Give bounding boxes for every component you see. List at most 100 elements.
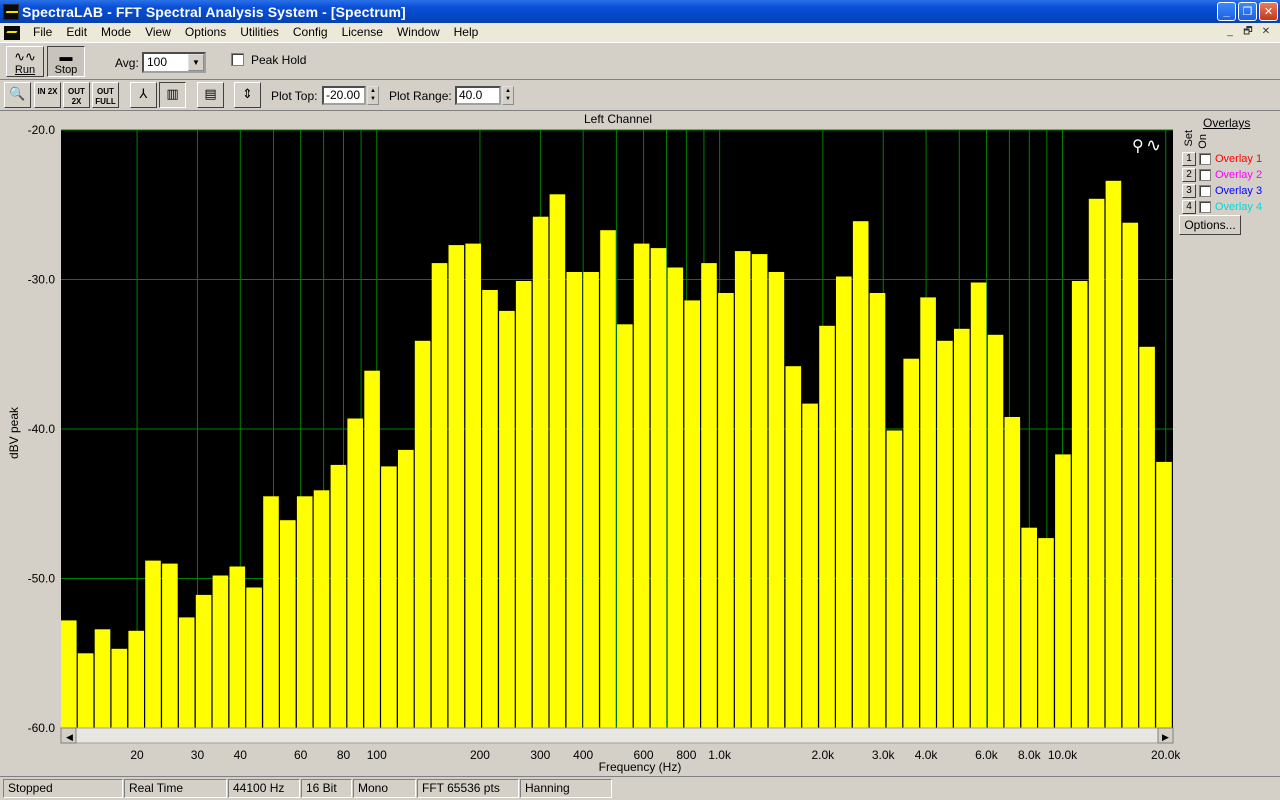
chevron-down-icon[interactable]: ▼	[188, 54, 204, 71]
overlay-checkbox-1[interactable]	[1199, 153, 1211, 165]
mdi-restore-button[interactable]: 🗗	[1240, 25, 1256, 39]
cursor-icon[interactable]: ⚲	[1132, 138, 1144, 155]
overlay-label-1: Overlay 1	[1215, 153, 1263, 165]
magnifier-icon: 🔍	[9, 86, 26, 101]
zoom-out-2x-button[interactable]: OUT 2X	[63, 82, 90, 108]
bar	[836, 276, 852, 728]
peak-hold-label: Peak Hold	[251, 53, 307, 67]
overlay-checkbox-3[interactable]	[1199, 185, 1211, 197]
bar	[465, 243, 481, 728]
zoom-out-full-button[interactable]: OUT FULL	[92, 82, 119, 108]
menu-mode[interactable]: Mode	[94, 23, 138, 42]
menu-window[interactable]: Window	[390, 23, 447, 42]
overlay-set-button-1[interactable]: 1	[1182, 152, 1196, 166]
overlay-set-button-4[interactable]: 4	[1182, 200, 1196, 214]
horizontal-scrollbar[interactable]	[60, 727, 1174, 744]
bar	[852, 221, 869, 728]
close-button[interactable]: ✕	[1259, 2, 1278, 21]
document-icon[interactable]	[4, 25, 20, 40]
bar	[145, 560, 161, 728]
bar	[819, 325, 835, 728]
bar	[751, 254, 768, 728]
bar	[330, 464, 347, 728]
overlay-label-2: Overlay 2	[1215, 169, 1263, 181]
scroll-left-icon: ◀	[66, 732, 73, 742]
avg-select[interactable]: 100 ▼	[142, 52, 206, 73]
mdi-close-button[interactable]: ✕	[1258, 25, 1274, 39]
y-tick-label: -30.0	[28, 273, 56, 287]
plot-range-spinner[interactable]: ▲ ▼	[502, 86, 514, 105]
plot-top-spinner[interactable]: ▲ ▼	[367, 86, 379, 105]
overlay-checkbox-2[interactable]	[1199, 169, 1211, 181]
menu-options[interactable]: Options	[178, 23, 233, 42]
x-tick-label: 4.0k	[915, 748, 939, 762]
bar	[869, 293, 886, 728]
bar-plot-button[interactable]: ▥	[159, 82, 186, 108]
zoom-full-icon: OUT FULL	[95, 87, 116, 106]
bar	[448, 245, 465, 728]
plot-top-input[interactable]: -20.00	[322, 86, 366, 105]
overlay-options-button[interactable]: Options...	[1179, 215, 1241, 235]
bar	[347, 418, 363, 728]
autoscale-button[interactable]: ⇕	[234, 82, 261, 108]
spectrum-chart[interactable]: Left Channel -20.0 -30.0 -40.0 -50.0 -60.0 2…	[0, 111, 1180, 774]
peak-hold-checkbox[interactable]	[231, 53, 244, 66]
run-label: Run	[14, 64, 36, 76]
scroll-right-icon: ▶	[1162, 732, 1169, 742]
plot-range-input[interactable]: 40.0	[455, 86, 501, 105]
menu-edit[interactable]: Edit	[59, 23, 94, 42]
bar	[650, 248, 667, 728]
bar	[398, 449, 414, 728]
maximize-button[interactable]: ❐	[1238, 2, 1257, 21]
sine-icon[interactable]: ∿	[1146, 135, 1161, 155]
y-tick-label: -60.0	[28, 721, 56, 735]
x-tick-label: 100	[367, 748, 387, 762]
overlay-label-4: Overlay 4	[1215, 201, 1263, 213]
zoom-in-2x-button[interactable]: IN 2X	[34, 82, 61, 108]
x-tick-label: 6.0k	[975, 748, 999, 762]
bar	[785, 366, 802, 728]
stop-button[interactable]: ▬ Stop	[47, 46, 85, 77]
overlay-set-button-2[interactable]: 2	[1182, 168, 1196, 182]
menu-view[interactable]: View	[138, 23, 178, 42]
bar	[128, 630, 144, 728]
run-button[interactable]: ∿∿ Run	[6, 46, 44, 77]
mdi-minimize-button[interactable]: _	[1222, 25, 1238, 39]
bar	[77, 653, 94, 729]
y-tick-label: -20.0	[28, 123, 56, 137]
line-plot-button[interactable]: ⅄	[130, 82, 157, 108]
bar	[667, 267, 684, 728]
avg-value: 100	[147, 55, 168, 69]
waveform-icon: ∿∿	[14, 49, 36, 64]
menu-file[interactable]: File	[26, 23, 59, 42]
menu-config[interactable]: Config	[286, 23, 335, 42]
bar	[1122, 222, 1139, 728]
menu-license[interactable]: License	[335, 23, 390, 42]
bar	[1088, 198, 1105, 729]
title-bar: SpectraLAB - FFT Spectral Analysis Syste…	[0, 0, 1280, 23]
bar	[718, 293, 734, 728]
magnifier-button[interactable]: 🔍	[4, 82, 31, 108]
bar	[381, 466, 397, 728]
x-tick-label: 20.0k	[1151, 748, 1180, 762]
x-tick-label: 3.0k	[872, 748, 896, 762]
overlay-row-2: 2 Overlay 2	[1182, 168, 1262, 182]
y-axis: -20.0 -30.0 -40.0 -50.0 -60.0	[28, 123, 56, 735]
display-settings-button[interactable]: ▤	[197, 82, 224, 108]
minimize-button[interactable]: _	[1217, 2, 1236, 21]
y-tick-label: -40.0	[28, 422, 56, 436]
bar	[178, 617, 195, 728]
menu-utilities[interactable]: Utilities	[233, 23, 286, 42]
bar	[263, 496, 279, 728]
menu-help[interactable]: Help	[447, 23, 486, 42]
bar	[886, 430, 903, 728]
chart-title: Left Channel	[584, 112, 652, 126]
overlay-set-button-3[interactable]: 3	[1182, 184, 1196, 198]
x-tick-label: 60	[294, 748, 308, 762]
overlay-checkbox-4[interactable]	[1199, 201, 1211, 213]
x-tick-label: 2.0k	[812, 748, 836, 762]
bar	[1156, 461, 1172, 728]
bar	[212, 575, 229, 728]
status-fft-size: FFT 65536 pts	[417, 779, 519, 798]
y-axis-label: dBV peak	[7, 406, 21, 459]
